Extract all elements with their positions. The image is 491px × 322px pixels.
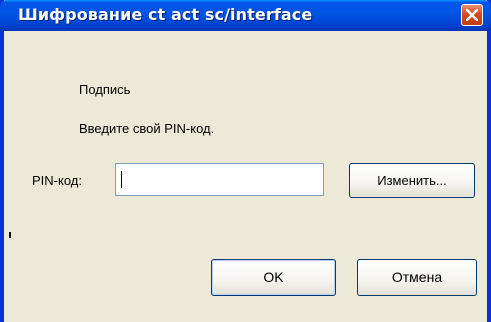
window-title: Шифрование ct act sc/interface <box>18 5 313 24</box>
change-pin-button[interactable]: Изменить... <box>349 163 475 198</box>
close-icon <box>466 9 478 21</box>
ok-button[interactable]: OK <box>211 259 336 296</box>
cancel-button[interactable]: Отмена <box>357 259 477 296</box>
close-button[interactable] <box>461 4 483 26</box>
title-bar[interactable]: Шифрование ct act sc/interface <box>0 0 491 31</box>
pin-label: PIN-код: <box>32 173 82 188</box>
instruction-text: Введите свой PIN-код. <box>79 121 215 136</box>
dialog-window: Шифрование ct act sc/interface Подпись В… <box>0 0 491 322</box>
edge-mark <box>9 232 11 238</box>
dialog-heading: Подпись <box>79 82 131 97</box>
text-caret <box>121 171 122 188</box>
pin-input[interactable] <box>115 163 324 196</box>
